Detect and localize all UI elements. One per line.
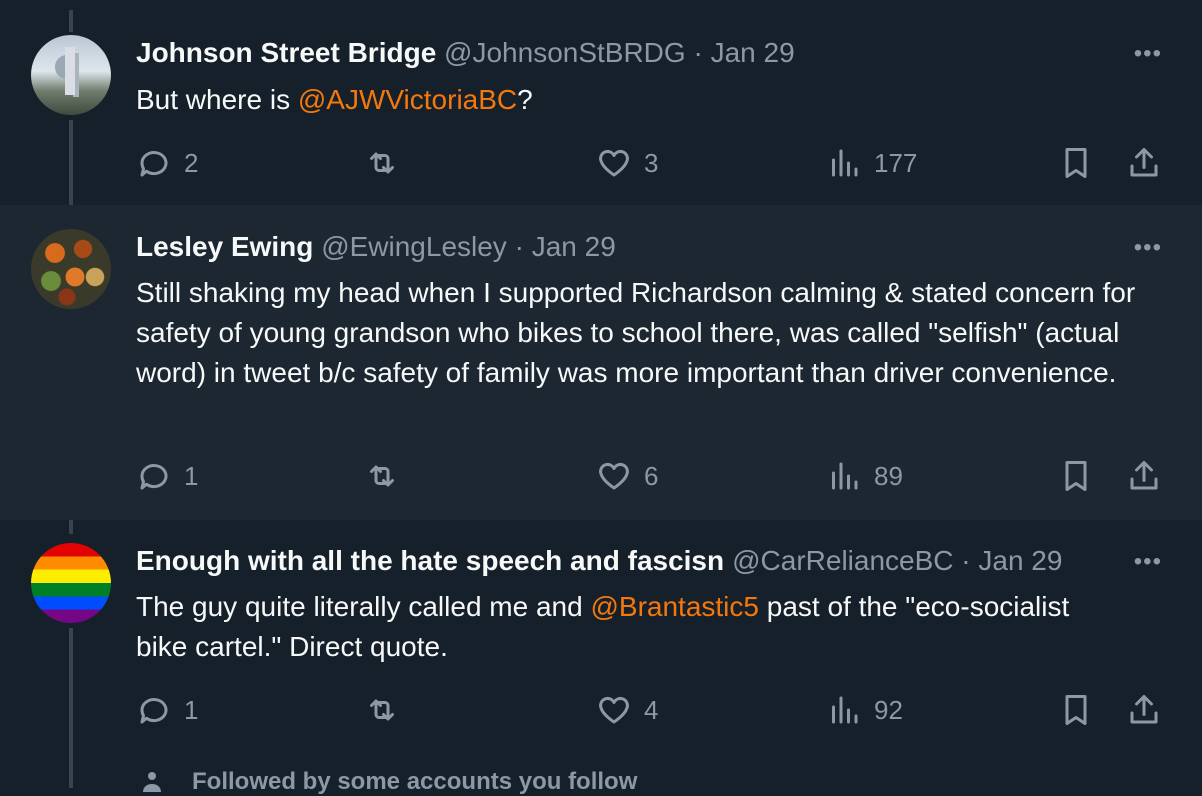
retweet-button[interactable] (364, 145, 412, 181)
author-handle[interactable]: @EwingLesley (321, 231, 507, 262)
views-button[interactable]: 92 (826, 692, 903, 728)
reply-icon (140, 698, 168, 724)
more-options-icon[interactable]: ••• (1134, 40, 1162, 68)
more-options-icon[interactable]: ••• (1134, 234, 1162, 262)
reply-icon (140, 151, 168, 177)
reply-button[interactable]: 2 (136, 145, 198, 181)
bookmark-button[interactable] (1058, 145, 1094, 181)
like-count: 4 (644, 694, 659, 725)
share-button[interactable] (1126, 145, 1162, 181)
tweet-header: Johnson Street Bridge @JohnsonStBRDG · J… (136, 36, 795, 70)
reply-count: 1 (184, 460, 199, 491)
view-count: 89 (874, 460, 903, 491)
view-count: 92 (874, 694, 903, 725)
followed-by-note[interactable]: Followed by some accounts you follow (192, 768, 637, 796)
bookmark-icon (1065, 695, 1087, 725)
mention-link[interactable]: @Brantastic5 (590, 591, 759, 622)
views-chart-icon (832, 149, 858, 177)
reply-count: 1 (184, 694, 199, 725)
author-handle[interactable]: @CarRelianceBC (732, 544, 953, 578)
tweet[interactable]: Enough with all the hate speech and fasc… (0, 520, 1202, 788)
share-icon (1130, 461, 1158, 490)
tweet-date[interactable]: · Jan 29 (515, 231, 616, 262)
mention-link[interactable]: @AJWVictoriaBC (298, 84, 517, 115)
tweet-actions: 1 6 89 (0, 458, 1202, 498)
reply-button[interactable]: 1 (136, 692, 198, 728)
like-button[interactable]: 3 (596, 145, 658, 181)
avatar[interactable] (31, 35, 111, 115)
heart-icon (599, 149, 629, 177)
share-icon (1130, 695, 1158, 724)
tweet-header: Enough with all the hate speech and fasc… (136, 544, 1062, 578)
views-chart-icon (832, 696, 858, 724)
heart-icon (599, 696, 629, 724)
tweet-actions: 1 4 92 (0, 692, 1202, 732)
bookmark-icon (1065, 148, 1087, 178)
heart-icon (599, 462, 629, 490)
bookmark-icon (1065, 461, 1087, 491)
tweet-actions: 2 3 177 (0, 145, 1202, 185)
tweet-text: The guy quite literally called me and @B… (136, 591, 1070, 662)
tweet[interactable]: Johnson Street Bridge @JohnsonStBRDG · J… (0, 0, 1202, 205)
views-button[interactable]: 89 (826, 458, 903, 494)
like-count: 3 (644, 147, 659, 178)
bookmark-button[interactable] (1058, 458, 1094, 494)
bookmark-button[interactable] (1058, 692, 1094, 728)
retweet-icon (370, 152, 394, 174)
person-icon (143, 772, 161, 792)
author-name[interactable]: Enough with all the hate speech and fasc… (136, 545, 724, 576)
share-button[interactable] (1126, 458, 1162, 494)
retweet-icon (370, 699, 394, 721)
like-count: 6 (644, 460, 659, 491)
reply-button[interactable]: 1 (136, 458, 198, 494)
author-name[interactable]: Johnson Street Bridge (136, 37, 436, 68)
views-chart-icon (832, 462, 858, 490)
author-name[interactable]: Lesley Ewing (136, 231, 313, 262)
tweet-text: But where is @AJWVictoriaBC? (136, 84, 533, 115)
like-button[interactable]: 6 (596, 458, 658, 494)
retweet-button[interactable] (364, 692, 412, 728)
tweet-date[interactable]: · Jan 29 (693, 37, 794, 68)
more-options-icon[interactable]: ••• (1134, 548, 1162, 576)
retweet-button[interactable] (364, 458, 412, 494)
avatar[interactable] (31, 543, 111, 623)
like-button[interactable]: 4 (596, 692, 658, 728)
tweet-header: Lesley Ewing @EwingLesley · Jan 29 (136, 230, 616, 264)
share-button[interactable] (1126, 692, 1162, 728)
views-button[interactable]: 177 (826, 145, 917, 181)
avatar[interactable] (31, 229, 111, 309)
share-icon (1130, 148, 1158, 177)
tweet-text: Still shaking my head when I supported R… (136, 277, 1136, 388)
retweet-icon (370, 465, 394, 487)
reply-count: 2 (184, 147, 199, 178)
view-count: 177 (874, 147, 918, 178)
reply-icon (140, 464, 168, 490)
tweet-date[interactable]: · Jan 29 (961, 545, 1062, 576)
author-handle[interactable]: @JohnsonStBRDG (444, 37, 686, 68)
tweet[interactable]: Lesley Ewing @EwingLesley · Jan 29 ••• S… (0, 205, 1202, 520)
